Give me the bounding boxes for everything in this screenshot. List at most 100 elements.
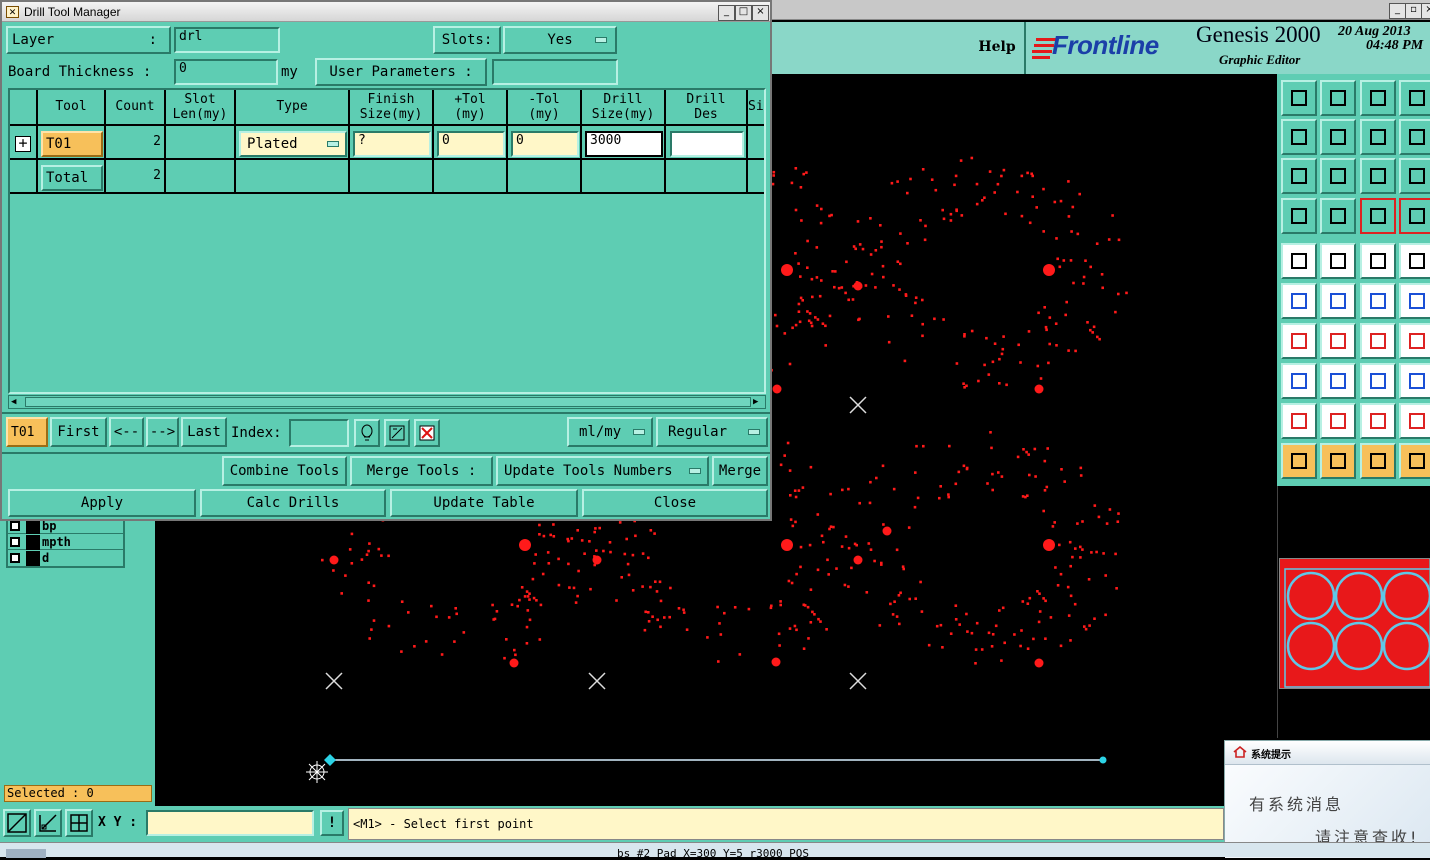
close-icon[interactable]: × xyxy=(1421,3,1430,19)
download-icon[interactable] xyxy=(1320,80,1356,116)
minus-tol-input[interactable]: 0 xyxy=(511,131,579,157)
export-icon[interactable] xyxy=(1281,80,1317,116)
layer-row-d[interactable]: d xyxy=(8,551,123,566)
type-option-menu[interactable]: Plated xyxy=(239,131,347,157)
mode-option-menu[interactable]: Regular xyxy=(656,417,768,447)
column-header[interactable]: +Tol (my) xyxy=(434,90,508,126)
column-header[interactable]: Tool xyxy=(38,90,106,126)
measure-tool-icon[interactable] xyxy=(34,809,62,837)
line-icon[interactable] xyxy=(1360,283,1396,319)
column-header[interactable]: Finish Size(my) xyxy=(350,90,434,126)
shape-add-icon[interactable] xyxy=(1281,363,1317,399)
dimension-icon[interactable] xyxy=(1360,363,1396,399)
apply-button[interactable]: Apply xyxy=(8,489,196,517)
close-icon[interactable]: × xyxy=(752,5,769,21)
calc-drills-button[interactable]: Calc Drills xyxy=(200,489,386,517)
system-notification-popup[interactable]: 系统提示 有系统消息 请注意查收! xyxy=(1224,740,1430,858)
circle-icon[interactable] xyxy=(1399,243,1430,279)
minus-icon[interactable] xyxy=(1320,363,1356,399)
column-header[interactable]: Drill Des xyxy=(666,90,748,126)
close-button[interactable]: Close xyxy=(582,489,768,517)
triangle-icon[interactable] xyxy=(1320,403,1356,439)
layer-in-icon[interactable] xyxy=(1281,119,1317,155)
traffic-icon[interactable] xyxy=(1399,198,1430,234)
maximize-icon[interactable]: □ xyxy=(735,5,752,21)
pointer-icon[interactable] xyxy=(1360,443,1396,479)
drill-des-input[interactable] xyxy=(670,131,744,157)
layer-input[interactable]: drl xyxy=(174,27,280,53)
minimize-icon[interactable]: _ xyxy=(718,5,735,21)
layer-row-bp[interactable]: bp xyxy=(8,519,123,534)
scale-icon[interactable] xyxy=(1360,158,1396,194)
plus-tol-input[interactable]: 0 xyxy=(437,131,505,157)
checkbox[interactable] xyxy=(10,537,20,547)
shape-icon[interactable] xyxy=(1399,119,1430,155)
circles-icon[interactable] xyxy=(1399,363,1430,399)
panel-icon[interactable] xyxy=(1399,80,1430,116)
pointer-icon[interactable] xyxy=(1281,443,1317,479)
pointer-icon[interactable] xyxy=(1399,443,1430,479)
text-icon[interactable] xyxy=(1399,323,1430,359)
record-icon[interactable] xyxy=(1320,198,1356,234)
tool-button-t01[interactable]: T01 xyxy=(41,131,103,157)
restore-icon[interactable]: ▫ xyxy=(1405,3,1422,19)
arc-icon[interactable] xyxy=(1360,323,1396,359)
layer-label-button[interactable]: Layer: xyxy=(6,26,171,54)
first-button[interactable]: First xyxy=(50,417,107,447)
index-input[interactable] xyxy=(289,419,349,447)
expand-icon[interactable]: + xyxy=(15,136,31,152)
home-icon[interactable] xyxy=(1360,80,1396,116)
update-tools-numbers-menu[interactable]: Update Tools Numbers xyxy=(496,456,709,486)
pointer-icon[interactable] xyxy=(1320,443,1356,479)
user-parameters-button[interactable]: User Parameters : xyxy=(315,58,487,86)
angle-icon[interactable] xyxy=(1281,323,1317,359)
slots-option-menu[interactable]: Yes xyxy=(503,26,617,54)
drill-size-input[interactable]: 3000 xyxy=(585,131,663,157)
line-icon[interactable] xyxy=(1399,283,1430,319)
triangle-icon[interactable] xyxy=(1399,403,1430,439)
combine-tools-button[interactable]: Combine Tools xyxy=(222,456,347,486)
column-header[interactable]: Type xyxy=(236,90,350,126)
slash-icon[interactable] xyxy=(1320,323,1356,359)
merge-button[interactable]: Merge xyxy=(712,456,768,486)
next-button[interactable]: --> xyxy=(146,417,179,447)
user-parameters-input[interactable] xyxy=(492,59,618,85)
layer-out-icon[interactable] xyxy=(1320,119,1356,155)
update-table-button[interactable]: Update Table xyxy=(390,489,578,517)
snap-grid-icon[interactable] xyxy=(65,809,93,837)
column-header[interactable]: Drill Size(my) xyxy=(582,90,666,126)
nodes-icon[interactable] xyxy=(1281,283,1317,319)
last-button[interactable]: Last xyxy=(181,417,227,447)
zoom-icon[interactable] xyxy=(1320,158,1356,194)
prev-button[interactable]: <-- xyxy=(109,417,144,447)
column-header[interactable]: Si xyxy=(748,90,764,126)
column-header[interactable]: Count xyxy=(106,90,166,126)
shape-draw-icon[interactable] xyxy=(1320,243,1356,279)
fit-icon[interactable] xyxy=(1281,158,1317,194)
xy-input[interactable] xyxy=(146,810,314,836)
step-preview[interactable] xyxy=(1279,558,1430,689)
finish-size-input[interactable]: ? xyxy=(353,131,431,157)
zoom-tool-icon[interactable] xyxy=(3,809,31,837)
column-header[interactable]: -Tol (my) xyxy=(508,90,582,126)
help-button[interactable]: Help xyxy=(972,32,1022,62)
bulb-icon[interactable] xyxy=(354,419,380,447)
scroll-thumb[interactable] xyxy=(25,397,751,407)
units-option-menu[interactable]: ml/my xyxy=(567,417,653,447)
horizontal-scrollbar[interactable]: ◀ ▶ xyxy=(8,395,766,409)
delete-tool-icon[interactable] xyxy=(414,419,440,447)
layer-row-mpth[interactable]: mpth xyxy=(8,535,123,550)
scroll-left-icon[interactable]: ◀ xyxy=(11,397,16,407)
pad-icon[interactable] xyxy=(1281,243,1317,279)
board-thickness-input[interactable]: 0 xyxy=(174,59,278,85)
checkbox[interactable] xyxy=(10,521,20,531)
sub-icon[interactable] xyxy=(1360,119,1396,155)
alert-icon[interactable]: ! xyxy=(320,810,344,836)
dialog-titlebar[interactable]: ✕ Drill Tool Manager _ □ × xyxy=(2,2,770,22)
checkbox[interactable] xyxy=(10,553,20,563)
scroll-right-icon[interactable]: ▶ xyxy=(753,397,758,407)
total-button[interactable]: Total xyxy=(41,165,103,191)
tool-edit-icon[interactable] xyxy=(384,419,410,447)
help-icon[interactable] xyxy=(1399,158,1430,194)
scissors-icon[interactable] xyxy=(1281,198,1317,234)
